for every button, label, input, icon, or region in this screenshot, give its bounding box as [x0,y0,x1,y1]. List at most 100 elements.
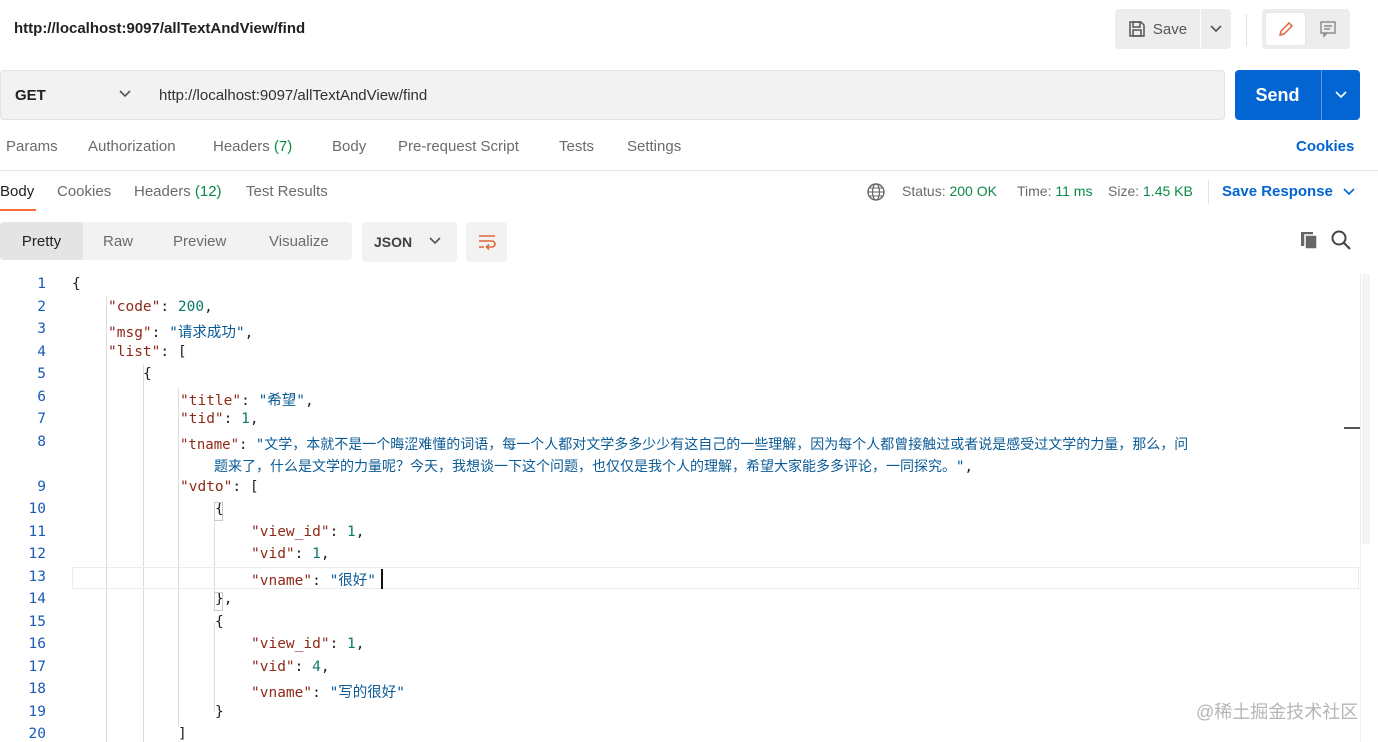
divider [1208,180,1209,204]
view-tab-raw[interactable]: Raw [103,222,133,260]
size-label: Size: [1108,183,1140,199]
json-value: 1 [241,411,250,427]
save-label: Save [1152,20,1188,38]
chevron-down-icon [429,237,441,245]
size-value: 1.45 KB [1143,183,1193,199]
save-options-button[interactable] [1201,9,1231,49]
view-tab-visualize[interactable]: Visualize [269,222,329,260]
tab-tests[interactable]: Tests [559,138,594,155]
request-tabs: Params Authorization Headers (7) Body Pr… [0,138,1378,162]
line-number: 4 [37,344,46,360]
line-number: 6 [37,389,46,405]
line-number: 8 [37,434,46,450]
code-line: "msg": "请求成功", [108,325,254,341]
json-key: "view_id" [251,636,330,652]
comments-mode-button[interactable] [1308,12,1348,46]
json-key: "title" [180,393,242,409]
code-line: "vdto": [ [180,479,259,495]
json-key: "tname" [180,437,240,453]
json-key: "msg" [108,325,152,341]
code-line: { [215,614,224,630]
view-tab-pretty[interactable]: Pretty [0,222,83,260]
line-number: 14 [28,591,46,607]
active-tab-indicator [0,209,36,211]
send-label: Send [1255,84,1300,105]
method-select[interactable]: GET [0,70,146,120]
size-readout: Size: 1.45 KB [1108,183,1193,199]
code-line: "vname": "写的很好" [251,685,406,701]
json-key: "vname" [251,573,313,589]
response-headers-count: (12) [194,183,222,200]
tab-body[interactable]: Body [332,138,366,155]
send-options-button[interactable] [1322,70,1360,120]
json-key: "vid" [251,659,295,675]
json-value: "希望" [258,393,306,409]
json-key: "tid" [180,411,224,427]
tab-settings[interactable]: Settings [627,138,681,155]
indent-guide [178,388,179,726]
json-key: "vname" [251,685,313,701]
line-number: 16 [28,636,46,652]
line-number: 17 [28,659,46,675]
view-tab-preview[interactable]: Preview [173,222,226,260]
tab-pre-request-script[interactable]: Pre-request Script [398,138,519,155]
scrollbar-thumb[interactable] [1362,274,1370,544]
pencil-icon [1278,21,1293,37]
send-button[interactable]: Send [1235,70,1360,120]
bracket-match-highlight [214,502,223,521]
line-number: 13 [28,569,46,585]
line-number: 11 [28,524,46,540]
json-value: 200 [177,299,205,315]
code-line: "code": 200, [108,299,213,315]
response-tab-cookies[interactable]: Cookies [57,183,111,200]
cookies-link[interactable]: Cookies [1296,138,1354,155]
copy-icon[interactable] [1298,229,1320,251]
tab-headers[interactable]: Headers (7) [213,138,292,155]
save-response-button[interactable]: Save Response [1222,183,1355,200]
bracket-match-highlight [214,592,223,611]
line-number: 3 [37,321,46,337]
line-number: 9 [37,479,46,495]
code-line: "view_id": 1, [251,524,365,540]
line-number: 10 [28,501,46,517]
view-mode-toggle [1262,9,1350,49]
request-title[interactable]: http://localhost:9097/allTextAndView/fin… [14,20,305,37]
code-line: ] [178,726,187,742]
indent-guide [143,364,144,742]
format-select[interactable]: JSON [362,222,457,262]
wrap-lines-button[interactable] [466,222,507,262]
code-line-wrapped: 题来了，什么是文学的力量呢？今天，我想谈一下这个问题，也仅仅是我个人的理解，希望… [214,459,973,475]
code-line: "tname": "文学，本就不是一个晦涩难懂的词语，每一个人都对文学多多少少有… [180,437,1189,453]
code-line: { [72,276,81,292]
code-line: "list": [ [108,344,187,360]
json-value: 1 [347,524,356,540]
divider [0,170,1378,171]
response-tab-body[interactable]: Body [0,183,34,200]
indent-guide [106,296,107,742]
line-number: 15 [28,614,46,630]
code-line: "vname": "很好" [251,573,377,589]
globe-icon[interactable] [866,182,886,202]
json-value: "写的很好" [329,685,406,701]
line-number: 5 [37,366,46,382]
tab-params[interactable]: Params [6,138,58,155]
line-number: 1 [37,276,46,292]
request-title-bar: http://localhost:9097/allTextAndView/fin… [0,0,1378,60]
save-button[interactable]: Save [1115,9,1200,49]
response-tab-headers[interactable]: Headers (12) [134,183,222,200]
json-value: 4 [312,659,321,675]
watermark: @稀土掘金技术社区 [1196,702,1359,722]
time-readout: Time: 11 ms [1017,183,1092,199]
url-input[interactable]: http://localhost:9097/allTextAndView/fin… [145,70,1225,120]
json-value: 1 [312,546,321,562]
line-number: 12 [28,546,46,562]
tab-authorization[interactable]: Authorization [88,138,176,155]
response-tab-test-results[interactable]: Test Results [246,183,328,200]
edit-mode-button[interactable] [1265,12,1306,46]
response-body-editor[interactable]: 1 2 3 4 5 6 7 8 9 10 11 12 13 14 15 16 1… [0,274,1360,742]
search-icon[interactable] [1330,229,1352,251]
json-value: "请求成功" [169,325,245,341]
format-label: JSON [374,234,413,250]
line-number: 19 [28,704,46,720]
save-response-label: Save Response [1222,183,1333,200]
